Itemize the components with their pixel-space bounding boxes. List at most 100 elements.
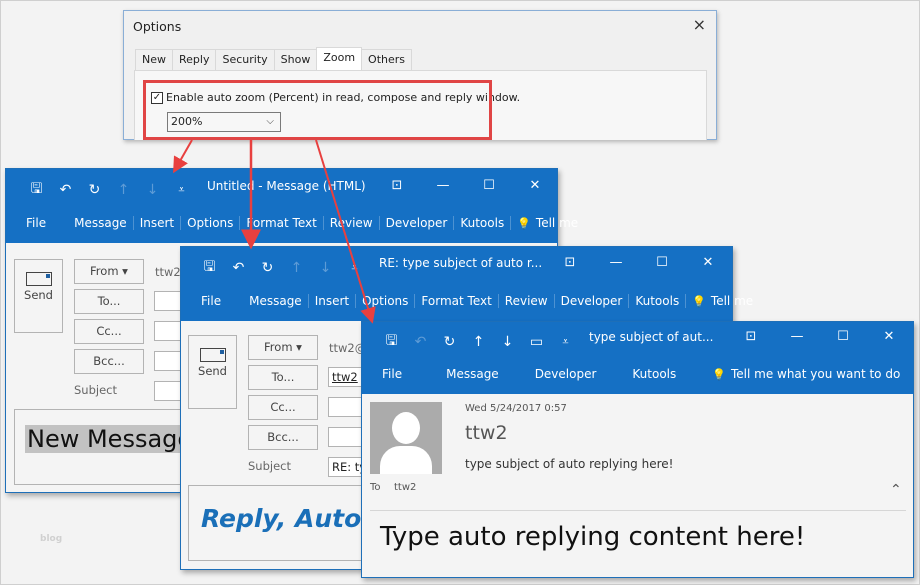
options-tabs: New Reply Security Show Zoom Others [135, 47, 413, 70]
undo-icon[interactable]: ↶ [406, 334, 435, 350]
undo-icon[interactable]: ↶ [51, 182, 80, 198]
tell-me-box[interactable]: 💡 Tell me [685, 294, 759, 308]
tab-new[interactable]: New [135, 49, 173, 70]
close-icon[interactable]: ✕ [512, 178, 558, 193]
tab-developer[interactable]: Developer [378, 216, 454, 230]
close-icon[interactable]: ✕ [866, 329, 912, 344]
tab-options[interactable]: Options [355, 294, 414, 308]
minimize-icon[interactable]: — [593, 255, 639, 270]
tab-file[interactable]: File [376, 367, 408, 381]
ribbon-tabs: File Message Developer Kutools 💡 Tell me… [362, 354, 913, 394]
to-recipient[interactable]: ttw2 [394, 482, 416, 493]
maximize-icon[interactable]: ☐ [639, 255, 685, 270]
tab-show[interactable]: Show [273, 49, 318, 70]
maximize-icon[interactable]: ☐ [466, 178, 512, 193]
tab-insert[interactable]: Insert [307, 294, 355, 308]
up-arrow-icon[interactable]: ↑ [109, 182, 138, 198]
minimize-icon[interactable]: — [420, 178, 466, 193]
subject-label: Subject [248, 459, 291, 473]
send-label: Send [24, 288, 53, 302]
message-body-text: Type auto replying content here! [380, 522, 806, 552]
tab-format-text[interactable]: Format Text [414, 294, 497, 308]
tab-options[interactable]: Options [180, 216, 239, 230]
title-bar: 🖫 ↶ ↻ ↑ ↓ ⩡ Untitled - Message (HTML) ⊡ … [6, 169, 557, 203]
window-controls: ⊡ — ☐ ✕ [547, 255, 731, 270]
send-label: Send [198, 364, 227, 378]
tab-format-text[interactable]: Format Text [239, 216, 322, 230]
message-subject: type subject of auto replying here! [465, 457, 674, 471]
ribbon-display-icon[interactable]: ⊡ [547, 255, 593, 270]
tab-message[interactable]: Message [440, 367, 505, 381]
from-button[interactable]: From ▾ [74, 259, 144, 284]
tab-others[interactable]: Others [361, 49, 413, 70]
down-arrow-icon[interactable]: ↓ [311, 260, 340, 276]
down-arrow-icon[interactable]: ↓ [493, 334, 522, 350]
quick-access-toolbar: 🖫 ↶ ↻ ↑ ↓ ⩡ [22, 178, 196, 202]
send-button[interactable]: Send [188, 335, 237, 409]
close-icon[interactable]: × [693, 15, 706, 34]
tell-me-box[interactable]: 💡 Tell me [510, 216, 584, 230]
down-arrow-icon[interactable]: ↓ [138, 182, 167, 198]
tab-kutools[interactable]: Kutools [626, 367, 682, 381]
lightbulb-icon: 💡 [692, 294, 706, 308]
sender-name[interactable]: ttw2 [465, 422, 508, 444]
save-icon[interactable]: 🖫 [22, 178, 51, 202]
message-date: Wed 5/24/2017 0:57 [465, 403, 567, 414]
tab-review[interactable]: Review [322, 216, 379, 230]
undo-icon[interactable]: ↶ [224, 260, 253, 276]
up-arrow-icon[interactable]: ↑ [464, 334, 493, 350]
to-button[interactable]: To... [248, 365, 318, 390]
redo-icon[interactable]: ↻ [435, 334, 464, 350]
send-button[interactable]: Send [14, 259, 63, 333]
tell-me-label: Tell me what you want to do [730, 367, 901, 381]
to-button[interactable]: To... [74, 289, 144, 314]
minimize-icon[interactable]: — [774, 329, 820, 344]
up-arrow-icon[interactable]: ↑ [282, 260, 311, 276]
tab-message[interactable]: Message [243, 294, 308, 308]
tab-file[interactable]: File [20, 216, 52, 230]
ribbon-display-icon[interactable]: ⊡ [728, 329, 774, 344]
lightbulb-icon: 💡 [517, 216, 531, 230]
tab-reply[interactable]: Reply [172, 49, 217, 70]
message-body[interactable]: Reply, Auto Z [188, 485, 368, 561]
save-icon[interactable]: 🖫 [195, 256, 224, 280]
bcc-button[interactable]: Bcc... [74, 349, 144, 374]
tab-zoom[interactable]: Zoom [316, 47, 363, 70]
collapse-header-icon[interactable]: ⌃ [890, 482, 902, 498]
subject-label: Subject [74, 383, 117, 397]
form-icon[interactable]: ▭ [522, 334, 551, 350]
customize-toolbar-icon[interactable]: ⩡ [167, 183, 196, 197]
save-icon[interactable]: 🖫 [377, 330, 406, 354]
tell-me-box[interactable]: 💡 Tell me what you want to do [706, 367, 906, 381]
tab-review[interactable]: Review [497, 294, 554, 308]
redo-icon[interactable]: ↻ [253, 260, 282, 276]
from-value: ttw2 [155, 265, 181, 279]
maximize-icon[interactable]: ☐ [820, 329, 866, 344]
customize-toolbar-icon[interactable]: ⩡ [340, 261, 369, 275]
tab-kutools[interactable]: Kutools [628, 294, 685, 308]
tab-developer[interactable]: Developer [529, 367, 603, 381]
redo-icon[interactable]: ↻ [80, 182, 109, 198]
title-bar: 🖫 ↶ ↻ ↑ ↓ ⩡ RE: type subject of auto r..… [181, 247, 732, 281]
tab-developer[interactable]: Developer [553, 294, 629, 308]
tab-insert[interactable]: Insert [132, 216, 180, 230]
bcc-button[interactable]: Bcc... [248, 425, 318, 450]
send-envelope-icon [199, 348, 226, 362]
from-button[interactable]: From ▾ [248, 335, 318, 360]
customize-toolbar-icon[interactable]: ⩡ [551, 335, 580, 349]
window-title: Untitled - Message (HTML) [207, 179, 366, 193]
tab-kutools[interactable]: Kutools [453, 216, 510, 230]
cc-button[interactable]: Cc... [74, 319, 144, 344]
close-icon[interactable]: ✕ [685, 255, 731, 270]
tell-me-label: Tell me [535, 216, 579, 230]
title-bar: 🖫 ↶ ↻ ↑ ↓ ▭ ⩡ type subject of aut... ⊡ —… [362, 322, 913, 354]
tab-message[interactable]: Message [68, 216, 133, 230]
lightbulb-icon: 💡 [712, 367, 726, 381]
tab-file[interactable]: File [195, 294, 227, 308]
ribbon-display-icon[interactable]: ⊡ [374, 178, 420, 193]
ribbon-tabs: File Message Insert Options Format Text … [181, 281, 753, 321]
watermark: blog [40, 534, 63, 544]
cc-button[interactable]: Cc... [248, 395, 318, 420]
message-body[interactable]: New Message [14, 409, 194, 485]
tab-security[interactable]: Security [215, 49, 275, 70]
